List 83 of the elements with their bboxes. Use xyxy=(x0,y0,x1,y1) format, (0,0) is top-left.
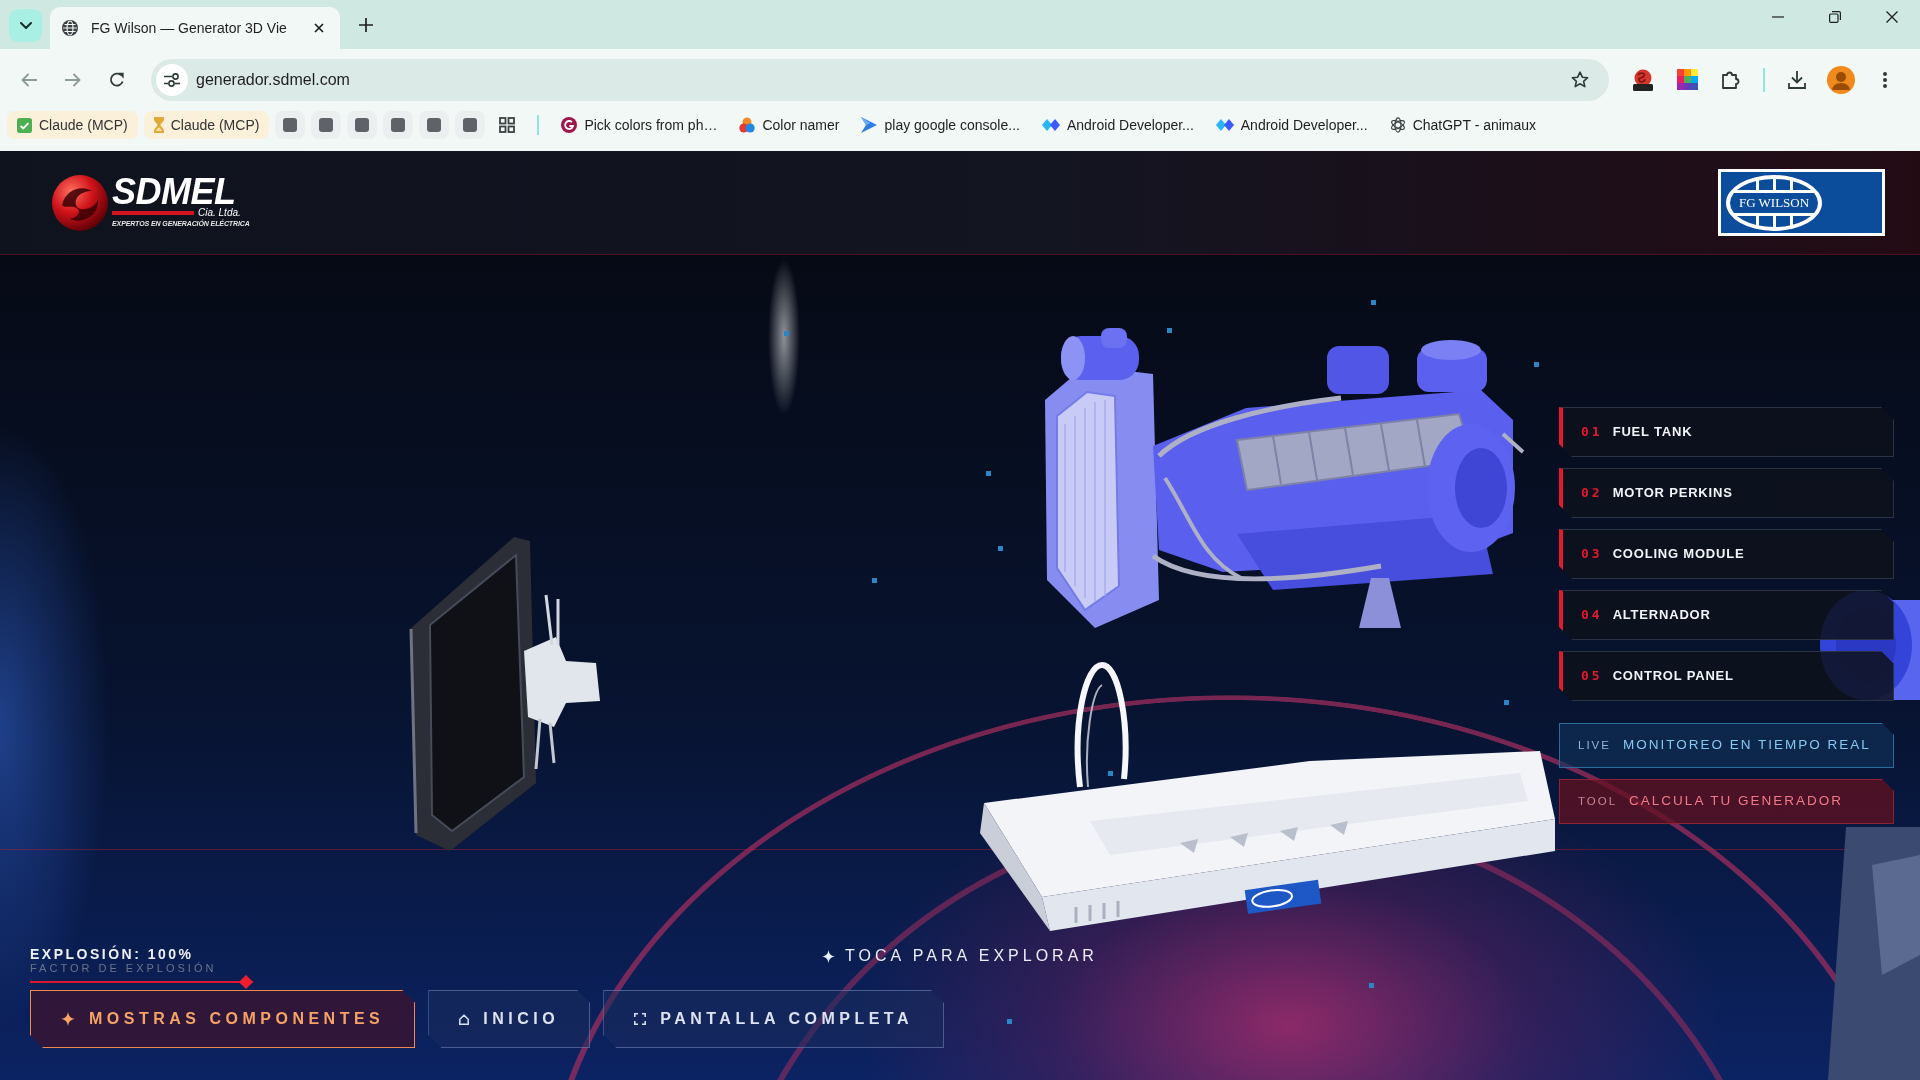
fullscreen-button[interactable]: PANTALLA COMPLETA xyxy=(603,990,944,1048)
right-arrow-icon xyxy=(65,72,81,87)
logo-wordmark: SDMEL xyxy=(112,176,236,207)
explore-hint: TOCA PARA EXPLORAR xyxy=(845,946,1098,966)
minimize-icon xyxy=(1771,16,1784,18)
component-menu-item[interactable]: 02 MOTOR PERKINS xyxy=(1559,468,1894,518)
home-button[interactable]: INICIO xyxy=(428,990,591,1048)
component-menu-item[interactable]: 03 COOLING MODULE xyxy=(1559,529,1894,579)
tune-icon xyxy=(164,72,180,87)
restore-icon xyxy=(1828,11,1841,23)
chevron-down-icon xyxy=(19,22,32,29)
bookmark[interactable]: Pick colors from ph… xyxy=(553,111,726,139)
diamond-logo-icon xyxy=(1041,119,1060,131)
particle-icon xyxy=(1108,771,1113,776)
globe-icon xyxy=(62,20,78,36)
bookmark[interactable]: ChatGPT - animaux xyxy=(1381,111,1545,139)
bookmark[interactable] xyxy=(419,111,450,139)
sparkle-icon xyxy=(61,1012,75,1026)
plus-icon xyxy=(359,17,373,32)
bookmark[interactable] xyxy=(275,111,306,139)
color-grid-icon xyxy=(1676,69,1698,90)
atom-icon xyxy=(1389,117,1406,133)
square-icon xyxy=(283,118,298,132)
bookmark[interactable]: Android Developer... xyxy=(1033,111,1202,139)
particle-icon xyxy=(1007,1019,1012,1024)
hourglass-icon xyxy=(153,117,164,133)
star-icon xyxy=(1571,70,1589,89)
bookmark[interactable] xyxy=(311,111,342,139)
arrow-logo-icon xyxy=(861,117,878,133)
bookmark[interactable] xyxy=(347,111,378,139)
explosion-caption: FACTOR DE EXPLOSIÓN xyxy=(30,962,217,975)
apps-grid-icon xyxy=(499,117,516,133)
square-icon xyxy=(355,118,370,132)
square-icon xyxy=(463,118,478,132)
component-menu-item[interactable]: 04 ALTERNADOR xyxy=(1559,590,1894,640)
home-icon xyxy=(459,1013,470,1025)
component-menu-item[interactable]: 01 FUEL TANK xyxy=(1559,407,1894,457)
sparkle-icon xyxy=(822,949,836,963)
download-icon xyxy=(1788,70,1806,89)
diamond-logo-icon xyxy=(1215,119,1234,131)
check-emoji-icon xyxy=(17,117,32,133)
browser-tab[interactable]: FG Wilson — Generator 3D Vie xyxy=(50,7,340,49)
particle-icon xyxy=(1504,700,1509,705)
particle-icon xyxy=(1371,300,1376,305)
square-icon xyxy=(319,118,334,132)
fullscreen-icon xyxy=(634,1013,647,1025)
close-icon xyxy=(314,23,324,33)
particle-icon xyxy=(998,546,1003,551)
badge-extension-icon xyxy=(1632,68,1654,91)
bookmark[interactable]: Claude (MCP) xyxy=(143,111,270,139)
bookmark[interactable]: Claude (MCP) xyxy=(7,111,138,139)
particle-icon xyxy=(986,471,991,476)
components-button[interactable]: MOSTRAS COMPONENTES xyxy=(30,990,416,1048)
left-arrow-icon xyxy=(21,72,37,87)
particle-icon xyxy=(784,331,789,336)
particle-icon xyxy=(1369,983,1374,988)
bookmark[interactable]: Android Developer... xyxy=(1207,111,1376,139)
particle-icon xyxy=(1167,328,1172,333)
particle-icon xyxy=(872,578,877,583)
square-icon xyxy=(427,118,442,132)
reload-icon xyxy=(109,71,125,88)
calculator-link[interactable]: TOOL CALCULA TU GENERADOR xyxy=(1559,779,1894,824)
address-field[interactable]: generador.sdmel.com xyxy=(151,58,1609,101)
color-dots-icon xyxy=(739,117,756,133)
square-icon xyxy=(391,118,406,132)
puzzle-icon xyxy=(1722,70,1740,89)
tab-search-button[interactable] xyxy=(9,9,42,42)
circle-logo-icon xyxy=(561,117,578,133)
site-info-button[interactable] xyxy=(156,63,188,96)
particle-icon xyxy=(1534,362,1539,367)
bookmark[interactable]: play google console... xyxy=(853,111,1028,139)
monitoring-link[interactable]: LIVE MONITOREO EN TIEMPO REAL xyxy=(1559,723,1894,768)
sphere-logo-icon xyxy=(52,174,108,231)
more-icon xyxy=(1883,71,1887,88)
close-icon xyxy=(1885,11,1898,23)
component-menu-item[interactable]: 05 CONTROL PANEL xyxy=(1559,651,1894,701)
bookmark[interactable]: Color namer xyxy=(731,111,848,139)
globe-wordmark: FG WILSON xyxy=(1726,174,1822,231)
avatar-icon xyxy=(1827,65,1855,94)
bookmark[interactable] xyxy=(383,111,414,139)
explosion-value: EXPLOSIÓN: 100% xyxy=(30,946,194,962)
logo-suffix: Cia. Ltda. xyxy=(198,206,241,219)
bookmark[interactable] xyxy=(455,111,486,139)
